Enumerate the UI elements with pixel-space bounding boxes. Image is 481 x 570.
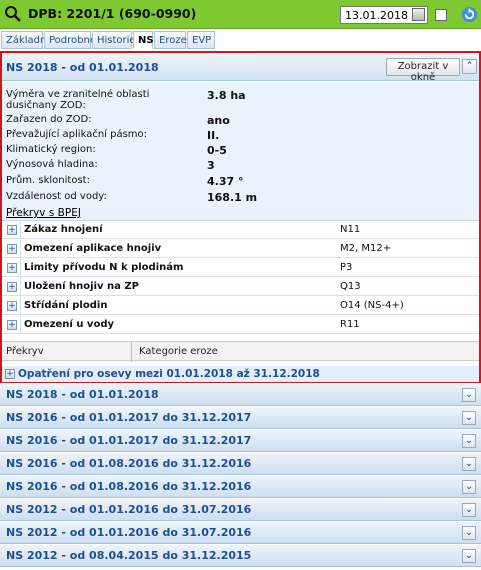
measures-label: Opatření pro osevy mezi 01.01.2018 až 31…: [18, 368, 320, 380]
grid-row-value: M2, M12+: [340, 243, 392, 254]
tab-zakladni[interactable]: Základní: [1, 31, 49, 49]
expand-icon[interactable]: +: [7, 301, 17, 311]
grid-row-value: P3: [340, 262, 353, 273]
column-kategorie-eroze[interactable]: Kategorie eroze: [139, 346, 218, 357]
expand-down-icon[interactable]: ⌄: [462, 480, 476, 494]
expand-down-icon[interactable]: ⌄: [462, 434, 476, 448]
expand-down-icon[interactable]: ⌄: [462, 549, 476, 563]
info-label-hladina: Výnosová hladina:: [6, 159, 98, 170]
info-label-pasmo: Převažující aplikační pásmo:: [6, 129, 148, 140]
info-value-zarazen: ano: [207, 114, 230, 127]
expand-icon[interactable]: +: [7, 244, 17, 254]
collapsed-panel-title: NS 2012 - od 01.01.2016 do 31.07.2016: [6, 526, 252, 539]
collapsed-panel-title: NS 2016 - od 01.08.2016 do 31.12.2016: [6, 480, 252, 493]
collapse-icon[interactable]: ⌃: [462, 59, 477, 74]
expand-down-icon[interactable]: ⌄: [462, 411, 476, 425]
date-value: 13.01.2018: [345, 9, 408, 22]
info-value-vzdalenost: 168.1 m: [207, 191, 258, 204]
checkbox[interactable]: [435, 9, 447, 21]
date-input[interactable]: 13.01.2018: [340, 6, 428, 24]
grid-row-name: Limity přívodu N k plodinám: [24, 262, 184, 273]
grid-row-name: Uložení hnojiv na ZP: [24, 281, 139, 292]
divider: [20, 297, 21, 315]
tab-eroze[interactable]: Eroze: [154, 31, 187, 49]
expand-down-icon[interactable]: ⌄: [462, 388, 476, 402]
collapsed-panel[interactable]: NS 2016 - od 01.08.2016 do 31.12.2016 ⌄: [0, 453, 481, 475]
collapsed-panel[interactable]: NS 2016 - od 01.01.2017 do 31.12.2017 ⌄: [0, 430, 481, 452]
grid-row-name: Omezení aplikace hnojiv: [24, 243, 162, 254]
info-label-sklonitost: Prům. sklonitost:: [6, 175, 90, 186]
collapsed-panel[interactable]: NS 2016 - od 01.01.2017 do 31.12.2017 ⌄: [0, 407, 481, 429]
collapsed-panel-title: NS 2016 - od 01.01.2017 do 31.12.2017: [6, 434, 252, 447]
grid-row[interactable]: + Střídání plodin O14 (NS-4+): [2, 297, 479, 315]
info-value-pasmo: II.: [207, 129, 220, 142]
overlay-table-header: Překryv Kategorie eroze: [2, 341, 479, 362]
expand-icon[interactable]: +: [7, 320, 17, 330]
collapsed-panel-title: NS 2016 - od 01.01.2017 do 31.12.2017: [6, 411, 252, 424]
collapsed-panel[interactable]: NS 2012 - od 08.04.2015 do 31.12.2015 ⌄: [0, 545, 481, 567]
grid-row-value: Q13: [340, 281, 361, 292]
grid-row-name: Omezení u vody: [24, 319, 114, 330]
grid-row-name: Střídání plodin: [24, 300, 108, 311]
collapsed-panel[interactable]: NS 2012 - od 01.01.2016 do 31.07.2016 ⌄: [0, 522, 481, 544]
expand-icon[interactable]: +: [7, 263, 17, 273]
grid-row-name: Zákaz hnojení: [24, 224, 103, 235]
collapsed-panel[interactable]: NS 2016 - od 01.08.2016 do 31.12.2016 ⌄: [0, 476, 481, 498]
grid-row[interactable]: + Omezení aplikace hnojiv M2, M12+: [2, 240, 479, 258]
divider: [20, 221, 21, 239]
refresh-icon[interactable]: [461, 6, 478, 23]
grid-row[interactable]: + Omezení u vody R11: [2, 316, 479, 334]
grid-row-value: N11: [340, 224, 361, 235]
expand-icon[interactable]: +: [5, 369, 15, 379]
collapsed-panel-title: NS 2012 - od 08.04.2015 do 31.12.2015: [6, 549, 252, 562]
divider: [20, 259, 21, 277]
grid-row[interactable]: + Zákaz hnojení N11: [2, 221, 479, 239]
info-label-region: Klimatický region:: [6, 144, 96, 155]
grid-row-value: O14 (NS-4+): [340, 300, 404, 311]
bpej-overlay-link[interactable]: Překryv s BPEJ: [6, 207, 81, 219]
open-window-button[interactable]: Zobrazit v okně: [386, 58, 460, 83]
expand-icon[interactable]: +: [7, 225, 17, 235]
tab-ns[interactable]: NS: [133, 31, 154, 49]
parcel-title: DPB: 2201/1 (690-0990): [28, 6, 197, 21]
collapsed-panel-title: NS 2018 - od 01.01.2018: [6, 388, 159, 401]
expand-down-icon[interactable]: ⌄: [462, 526, 476, 540]
expand-icon[interactable]: +: [7, 282, 17, 292]
info-value-sklonitost: 4.37 °: [207, 175, 244, 188]
collapsed-panel[interactable]: NS 2012 - od 01.01.2016 do 31.07.2016 ⌄: [0, 499, 481, 521]
ns-panel-expanded: NS 2018 - od 01.01.2018 Zobrazit v okně …: [0, 51, 481, 383]
info-label-zod: Výměra ve zranitelné oblasti dusičnany Z…: [6, 89, 150, 111]
info-value-zod: 3.8 ha: [207, 89, 246, 102]
calendar-icon[interactable]: [412, 8, 425, 21]
divider: [20, 240, 21, 258]
collapsed-panel-title: NS 2012 - od 01.01.2016 do 31.07.2016: [6, 503, 252, 516]
expand-down-icon[interactable]: ⌄: [462, 503, 476, 517]
panel-title: NS 2018 - od 01.01.2018: [6, 61, 159, 74]
search-icon[interactable]: [4, 5, 22, 23]
divider: [20, 316, 21, 334]
header-bar: DPB: 2201/1 (690-0990) 13.01.2018: [0, 0, 481, 29]
grid-row[interactable]: + Limity přívodu N k plodinám P3: [2, 259, 479, 277]
grid-row[interactable]: + Uložení hnojiv na ZP Q13: [2, 278, 479, 296]
column-divider: [131, 342, 132, 362]
measures-row[interactable]: + Opatření pro osevy mezi 01.01.2018 až …: [2, 366, 479, 382]
info-label-vzdalenost: Vzdálenost od vody:: [6, 191, 107, 202]
restrictions-grid: + Zákaz hnojení N11 + Omezení aplikace h…: [2, 220, 479, 338]
info-label-zarazen: Zařazen do ZOD:: [6, 114, 92, 125]
tab-bar: Základní Podrobné Historie NS Eroze EVP: [0, 29, 481, 51]
expand-down-icon[interactable]: ⌄: [462, 457, 476, 471]
tab-evp[interactable]: EVP: [187, 31, 215, 49]
info-value-region: 0-5: [207, 144, 227, 157]
grid-row-value: R11: [340, 319, 360, 330]
divider: [20, 278, 21, 296]
info-section: Výměra ve zranitelné oblasti dusičnany Z…: [2, 82, 479, 220]
collapsed-panel-title: NS 2016 - od 01.08.2016 do 31.12.2016: [6, 457, 252, 470]
panel-header[interactable]: NS 2018 - od 01.01.2018 Zobrazit v okně …: [2, 53, 479, 83]
info-value-hladina: 3: [207, 159, 215, 172]
collapsed-panel[interactable]: NS 2018 - od 01.01.2018 ⌄: [0, 384, 481, 406]
tab-podrobne[interactable]: Podrobné: [44, 31, 96, 49]
tab-historie[interactable]: Historie: [92, 31, 136, 49]
column-prekryv[interactable]: Překryv: [6, 346, 44, 357]
